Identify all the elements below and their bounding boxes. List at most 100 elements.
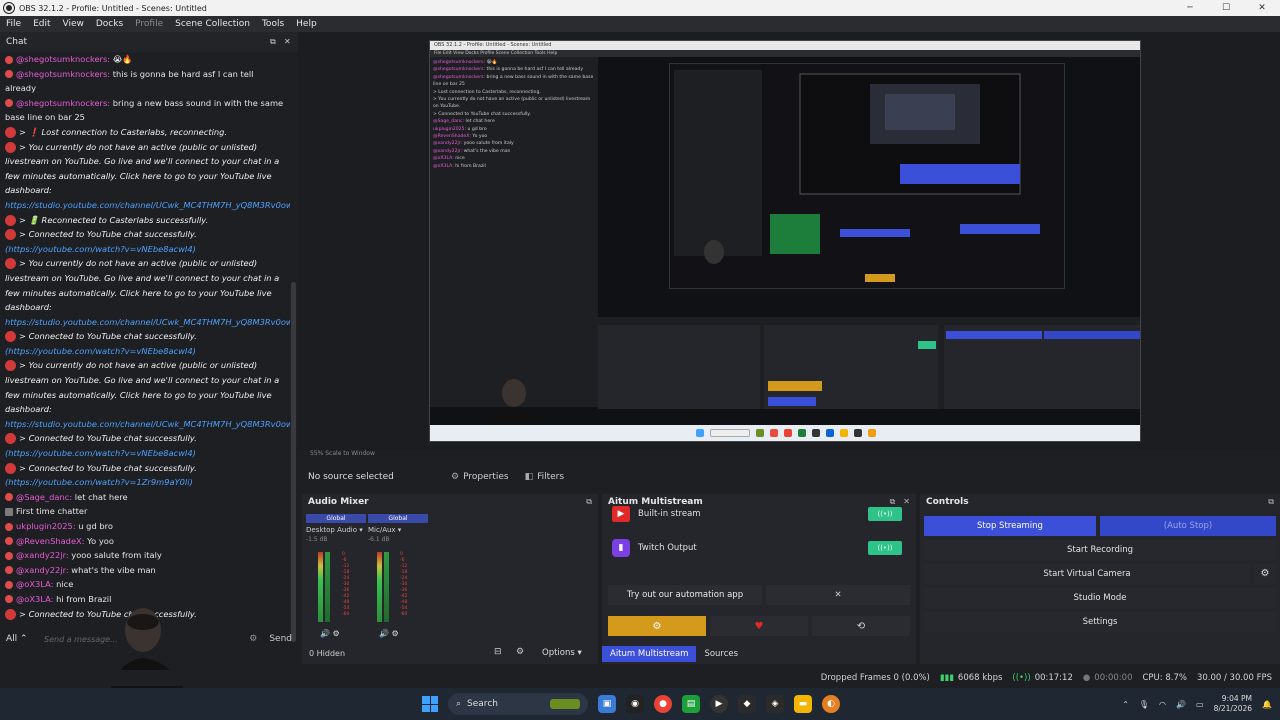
properties-button[interactable]: ⚙ Properties — [443, 469, 517, 485]
dismiss-promo-icon[interactable]: ✕ — [766, 585, 910, 605]
volume-meter-desktop-l — [318, 552, 323, 622]
fl-studio-icon[interactable]: ▤ — [682, 695, 700, 713]
chat-link[interactable]: https://studio.youtube.com/channel/UCwk_… — [5, 200, 290, 210]
automation-app-button[interactable]: Try out our automation app — [608, 585, 762, 605]
chat-username[interactable]: @Sage_danc: — [16, 492, 72, 502]
taskbar-search[interactable]: ⌕ Search — [448, 693, 588, 715]
start-recording-button[interactable]: Start Recording — [924, 540, 1276, 560]
undock-icon[interactable]: ⧉ — [586, 497, 592, 507]
options-dropdown[interactable]: Options ▾ — [542, 648, 582, 658]
menu-edit[interactable]: Edit — [27, 19, 56, 29]
task-view-icon[interactable]: ▣ — [598, 695, 616, 713]
menu-docks[interactable]: Docks — [90, 19, 129, 29]
wifi-icon[interactable]: ◠ — [1159, 700, 1166, 709]
chat-link[interactable]: (https://youtube.com/watch?v=vNEbe8acwI4… — [5, 244, 196, 254]
tray-chevron-icon[interactable]: ⌃ — [1122, 700, 1129, 709]
channel-name[interactable]: Mic/Aux ▾ — [368, 526, 428, 534]
chat-link[interactable]: (https://youtube.com/watch?v=vNEbe8acwI4… — [5, 346, 196, 356]
channel-db: -1.5 dB — [306, 536, 328, 543]
file-explorer-icon[interactable]: ▬ — [794, 695, 812, 713]
steam-icon[interactable]: ◈ — [766, 695, 784, 713]
chat-message: @shegotsumknockers: bring a new bass sou… — [5, 96, 285, 125]
settings-button[interactable]: Settings — [924, 612, 1276, 632]
channel-global-badge[interactable]: Global — [368, 514, 428, 523]
windows-start-icon[interactable] — [422, 696, 438, 712]
battery-icon[interactable]: ▭ — [1196, 700, 1204, 709]
chat-message: > ❗ Lost connection to Casterlabs, recon… — [5, 125, 285, 140]
chat-send-button[interactable]: Send — [269, 634, 292, 644]
streaming-controls: Stop Streaming (Auto Stop) — [924, 516, 1276, 536]
chat-scrollbar[interactable] — [291, 282, 296, 642]
multistream-refresh-icon[interactable]: ⟲ — [812, 616, 910, 636]
chat-username[interactable]: @shegotsumknockers: — [16, 69, 110, 79]
menu-help[interactable]: Help — [290, 19, 323, 29]
chat-link[interactable]: (https://youtube.com/watch?v=1Zr9m9aY0li… — [5, 477, 193, 487]
filters-button[interactable]: ◧ Filters — [517, 469, 573, 485]
output-toggle-builtin[interactable]: ((•)) — [868, 507, 902, 521]
chat-link[interactable]: https://studio.youtube.com/channel/UCwk_… — [5, 317, 290, 327]
chat-username[interactable]: @oX3LA: — [16, 579, 53, 589]
preview-zoom-bar[interactable]: 55% Scale to Window — [298, 448, 1280, 460]
chat-username[interactable]: @shegotsumknockers: — [16, 98, 110, 108]
audacity-icon[interactable]: ◐ — [822, 695, 840, 713]
media-player-icon[interactable]: ▶ — [710, 695, 728, 713]
close-dock-icon[interactable]: ✕ — [284, 38, 292, 46]
chat-link[interactable]: https://studio.youtube.com/channel/UCwk_… — [5, 419, 290, 429]
undock-icon[interactable]: ⧉ — [270, 38, 278, 46]
preview-chat-text: let chat here — [464, 119, 495, 125]
chat-text: > 🔋 Reconnected to Casterlabs successful… — [19, 214, 209, 225]
chat-username[interactable]: ukplugin2025: — [16, 521, 76, 531]
notification-icon[interactable]: 🔔 — [1262, 700, 1272, 709]
casterlabs-icon — [5, 126, 16, 138]
channel-name[interactable]: Desktop Audio ▾ — [306, 526, 366, 534]
menu-tools[interactable]: Tools — [256, 19, 290, 29]
chat-username[interactable]: @RevenShadeX: — [16, 536, 85, 546]
dropbox-icon[interactable]: ◆ — [738, 695, 756, 713]
donate-heart-icon[interactable]: ♥ — [710, 616, 808, 636]
chat-text: Yo yoo — [84, 535, 114, 546]
undock-icon[interactable]: ⧉ — [1268, 497, 1274, 507]
chat-username[interactable]: @xandy22jr: — [16, 550, 69, 560]
tab-sources[interactable]: Sources — [696, 646, 746, 662]
output-toggle-twitch[interactable]: ((•)) — [868, 541, 902, 555]
volume-icon[interactable]: 🔊 — [1176, 700, 1186, 709]
preview-chat-text: yooo salute from italy — [462, 141, 514, 147]
tab-aitum-multistream[interactable]: Aitum Multistream — [602, 646, 697, 662]
stop-streaming-button[interactable]: Stop Streaming — [924, 516, 1096, 536]
auto-stop-button[interactable]: (Auto Stop) — [1100, 516, 1276, 536]
hidden-count[interactable]: 0 Hidden — [309, 649, 345, 658]
obs-taskbar-icon[interactable]: ◉ — [626, 695, 644, 713]
chat-username[interactable]: @oX3LA: — [16, 594, 53, 604]
minimize-icon[interactable]: ─ — [1172, 0, 1208, 16]
mic-icon[interactable]: 🎙 — [1139, 700, 1149, 709]
menu-scene-collection[interactable]: Scene Collection — [169, 19, 256, 29]
window-title: OBS 32.1.2 - Profile: Untitled - Scenes:… — [19, 3, 207, 13]
chat-settings-icon[interactable]: ⚙ — [249, 634, 257, 644]
chat-username[interactable]: @shegotsumknockers: — [16, 54, 110, 64]
chat-message: > You currently do not have an active (p… — [5, 140, 290, 213]
chat-scope-select[interactable]: All ⌃ — [6, 634, 36, 644]
nested-obs-thumbnail — [670, 64, 1064, 288]
chrome-icon[interactable]: ● — [654, 695, 672, 713]
mixer-settings-icon[interactable]: ⚙ — [516, 647, 524, 657]
menu-file[interactable]: File — [0, 19, 27, 29]
chat-link[interactable]: (https://youtube.com/watch?v=vNEbe8acwI4… — [5, 448, 196, 458]
chat-username[interactable]: @xandy22jr: — [16, 565, 69, 575]
mic-mute-controls[interactable]: 🔊 ⚙ — [379, 629, 399, 638]
chat-message: > 🔋 Reconnected to Casterlabs successful… — [5, 213, 285, 228]
multistream-settings-icon[interactable]: ⚙ — [608, 616, 706, 636]
desktop-mute-controls[interactable]: 🔊 ⚙ — [320, 629, 340, 638]
channel-global-badge[interactable]: Global — [306, 514, 366, 523]
close-icon[interactable]: ✕ — [1244, 0, 1280, 16]
close-dock-icon[interactable]: ✕ — [903, 497, 910, 507]
studio-mode-button[interactable]: Studio Mode — [924, 588, 1276, 608]
scene-preview[interactable]: OBS 32.1.2 - Profile: Untitled - Scenes:… — [429, 40, 1141, 442]
clock[interactable]: 9:04 PM 8/21/2026 — [1214, 694, 1252, 714]
virtual-camera-settings-icon[interactable]: ⚙ — [1254, 564, 1276, 584]
start-virtual-camera-button[interactable]: Start Virtual Camera — [924, 564, 1250, 584]
menu-view[interactable]: View — [57, 19, 90, 29]
maximize-icon[interactable]: ☐ — [1208, 0, 1244, 16]
menu-profile[interactable]: Profile — [129, 19, 169, 29]
mixer-layout-icon[interactable]: ⊟ — [494, 647, 502, 657]
chat-messages[interactable]: @shegotsumknockers: 😭🔥 @shegotsumknockers… — [0, 52, 290, 622]
